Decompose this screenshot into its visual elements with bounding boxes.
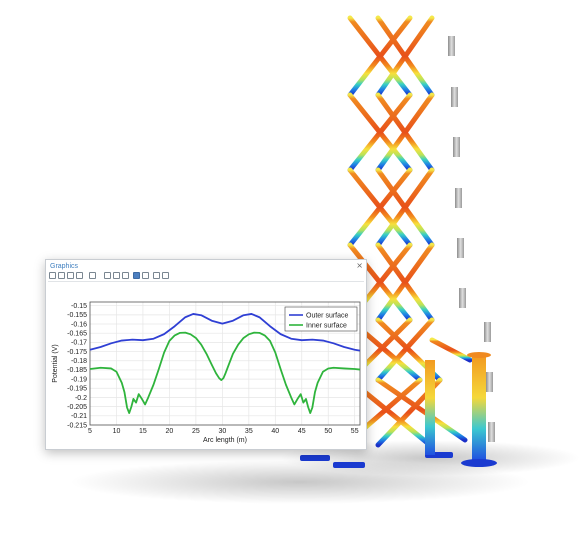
x-tick-label: 5 [88,428,92,435]
export-image-icon[interactable] [142,272,149,279]
camera-icon[interactable] [153,272,160,279]
graphics-toolbar [49,272,349,281]
y-tick-label: -0.21 [71,413,87,420]
x-tick-label: 45 [298,428,306,435]
y-tick-label: -0.205 [67,404,87,411]
y-tick-label: -0.2 [75,395,87,402]
close-icon[interactable]: × [356,261,363,270]
x-tick-label: 10 [113,428,121,435]
legend-label: Outer surface [306,313,349,320]
view-dropdown-icon[interactable] [89,272,96,279]
axis-icon[interactable] [113,272,120,279]
y-tick-label: -0.155 [67,312,87,319]
x-tick-label: 55 [351,428,359,435]
zoom-extents-icon[interactable] [76,272,83,279]
zoom-out-icon[interactable] [58,272,65,279]
print-icon[interactable] [162,272,169,279]
zoom-in-icon[interactable] [49,272,56,279]
y-tick-label: -0.165 [67,331,87,338]
graphics-window: Graphics × 5 10 15 20 25 30 35 40 45 50 55 -0.15 -0.… [45,259,367,450]
plot-image-icon[interactable] [133,272,140,279]
zoom-box-icon[interactable] [67,272,74,279]
x-tick-label: 20 [166,428,174,435]
legend-label: Inner surface [306,323,347,330]
y-tick-label: -0.18 [71,358,87,365]
y-tick-label: -0.215 [67,422,87,429]
y-axis-label: Potential (V) [52,344,59,383]
y-tick-label: -0.16 [71,321,87,328]
x-tick-label: 25 [192,428,200,435]
y-tick-label: -0.185 [67,367,87,374]
y-tick-label: -0.195 [67,386,87,393]
x-tick-label: 35 [245,428,253,435]
graphics-window-title: Graphics [50,263,79,270]
table-icon[interactable] [122,272,129,279]
x-axis-label: Arc length (m) [203,437,247,444]
y-tick-label: -0.15 [71,303,87,310]
y-tick-label: -0.19 [71,376,87,383]
potential-line-chart: 5 10 15 20 25 30 35 40 45 50 55 -0.15 -0.155 -0.16 -0.… [52,301,361,444]
x-tick-label: 30 [218,428,226,435]
x-tick-label: 40 [271,428,279,435]
x-tick-label: 15 [139,428,147,435]
grid-icon[interactable] [104,272,111,279]
y-tick-label: -0.17 [71,340,87,347]
series-line-inner-surface [89,331,361,414]
y-tick-label: -0.175 [67,349,87,356]
x-tick-label: 50 [324,428,332,435]
chart-area: 5 10 15 20 25 30 35 40 45 50 55 -0.15 -0.155 -0.16 -0.… [48,281,364,448]
